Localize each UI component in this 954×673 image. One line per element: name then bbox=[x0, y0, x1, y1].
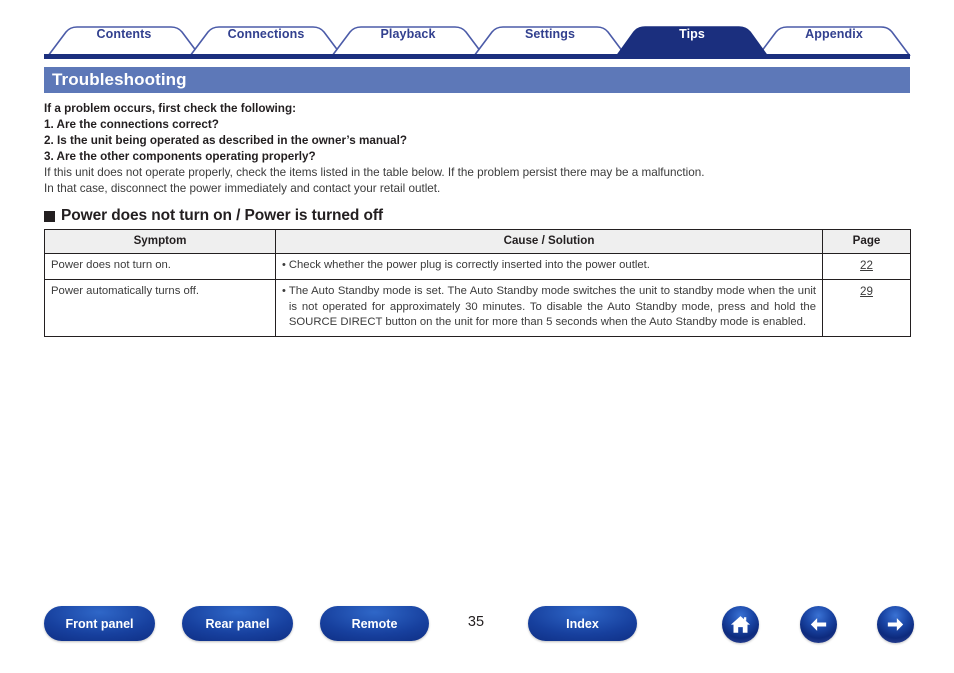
forward-button[interactable] bbox=[877, 606, 914, 643]
tab-shape-connections[interactable] bbox=[189, 26, 343, 57]
page-cell: 22 bbox=[822, 252, 911, 280]
intro-line-2: 2. Is the unit being operated as describ… bbox=[44, 134, 408, 147]
rear-panel-button[interactable]: Rear panel bbox=[182, 606, 293, 641]
tab-shape-contents[interactable] bbox=[47, 26, 201, 57]
section-heading-label: Power does not turn on / Power is turned… bbox=[61, 207, 383, 224]
tab-bar-shapes bbox=[44, 26, 911, 59]
intro-line-5: In that case, disconnect the power immed… bbox=[44, 182, 441, 195]
cause-cell: • Check whether the power plug is correc… bbox=[275, 252, 823, 280]
index-button[interactable]: Index bbox=[528, 606, 637, 641]
home-button[interactable] bbox=[722, 606, 759, 643]
table-row: Power does not turn on. • Check whether … bbox=[44, 252, 911, 280]
column-header-cause: Cause / Solution bbox=[275, 229, 823, 254]
section-heading: Power does not turn on / Power is turned… bbox=[44, 207, 383, 225]
intro-line-4: If this unit does not operate properly, … bbox=[44, 166, 705, 179]
intro-line-0: If a problem occurs, first check the fol… bbox=[44, 102, 296, 115]
arrow-left-icon bbox=[807, 613, 830, 636]
page-title: Troubleshooting bbox=[52, 70, 187, 89]
tab-baseline bbox=[44, 54, 910, 59]
bullet-dot-icon: • bbox=[282, 285, 286, 297]
cause-text: Check whether the power plug is correctl… bbox=[288, 258, 650, 271]
intro-text-block: If a problem occurs, first check the fol… bbox=[44, 101, 924, 197]
footer-bar: Front panel Rear panel Remote 35 Index bbox=[0, 606, 954, 652]
cause-text: The Auto Standby mode is set. The Auto S… bbox=[288, 285, 816, 328]
symptom-cell: Power does not turn on. bbox=[44, 252, 276, 280]
table-header-row: Symptom Cause / Solution Page bbox=[44, 229, 911, 254]
intro-line-1: 1. Are the connections correct? bbox=[44, 118, 219, 131]
page-link[interactable]: 22 bbox=[860, 259, 873, 272]
page-title-bar: Troubleshooting bbox=[44, 67, 910, 93]
intro-line-3: 3. Are the other components operating pr… bbox=[44, 150, 316, 163]
column-header-page: Page bbox=[822, 229, 911, 254]
navigation-tab-bar: Contents Connections Playback Settings T… bbox=[0, 0, 954, 60]
back-button[interactable] bbox=[800, 606, 837, 643]
page-cell: 29 bbox=[822, 279, 911, 337]
remote-button[interactable]: Remote bbox=[320, 606, 429, 641]
symptom-cell: Power automatically turns off. bbox=[44, 279, 276, 337]
troubleshooting-table: Symptom Cause / Solution Page Power does… bbox=[44, 229, 911, 337]
square-bullet-icon bbox=[44, 210, 55, 222]
tab-shape-tips-active[interactable] bbox=[615, 26, 769, 58]
page-number: 35 bbox=[467, 614, 485, 630]
tab-shape-settings[interactable] bbox=[473, 26, 627, 57]
page-link[interactable]: 29 bbox=[860, 285, 873, 298]
front-panel-button[interactable]: Front panel bbox=[44, 606, 155, 641]
table-row: Power automatically turns off. • The Aut… bbox=[44, 279, 911, 337]
cause-cell: • The Auto Standby mode is set. The Auto… bbox=[275, 279, 823, 337]
home-icon bbox=[729, 613, 752, 636]
bullet-dot-icon: • bbox=[282, 258, 286, 271]
arrow-right-icon bbox=[884, 613, 907, 636]
tab-shape-playback[interactable] bbox=[331, 26, 485, 57]
column-header-symptom: Symptom bbox=[44, 229, 276, 254]
tab-shape-appendix[interactable] bbox=[757, 26, 911, 57]
